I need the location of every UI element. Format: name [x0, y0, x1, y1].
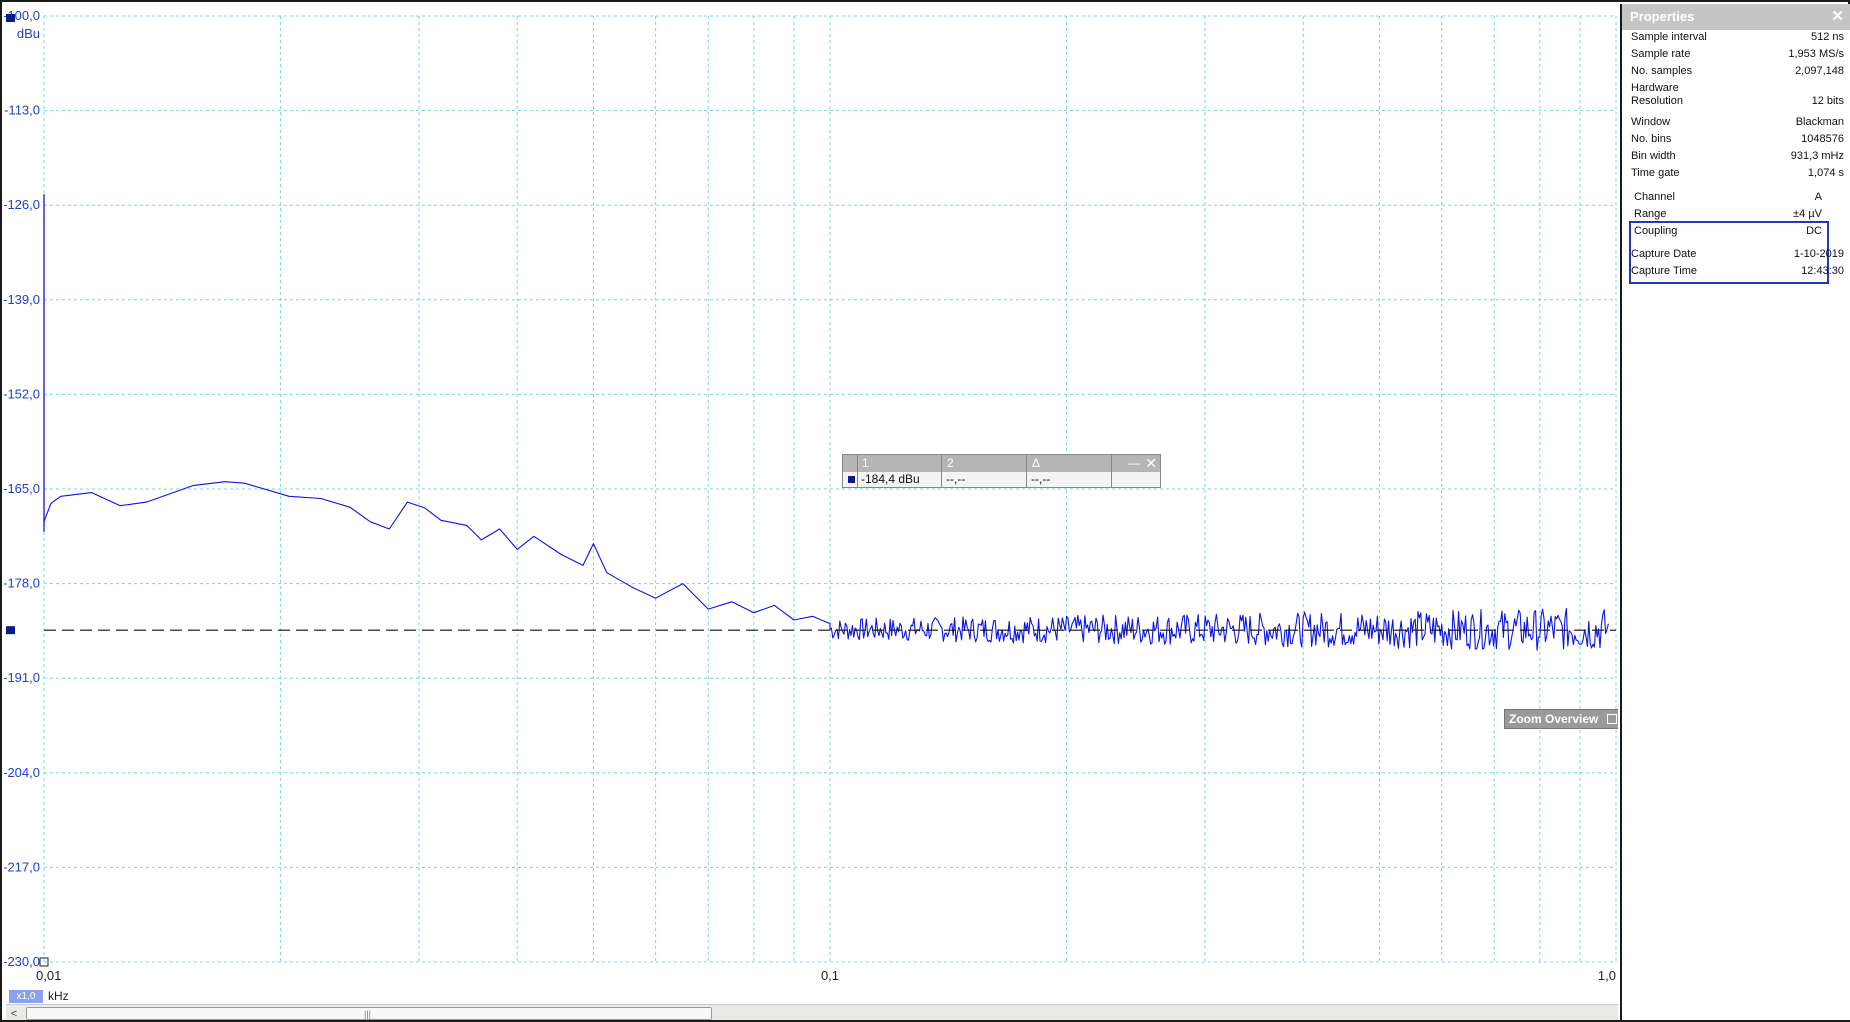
property-label: Time gate — [1631, 167, 1680, 179]
measurement-value-1: -184,4 dBu — [861, 472, 920, 486]
restore-window-icon[interactable] — [1607, 714, 1617, 724]
spectrum-trace — [43, 481, 1609, 651]
property-value: 512 ns — [1810, 31, 1844, 43]
column-divider — [941, 455, 942, 487]
property-value: 1-10-2019 — [1793, 248, 1844, 260]
measurements-window[interactable]: 1 2 Δ — ✕ -184,4 dBu --,-- --,-- — [842, 454, 1161, 488]
y-axis-unit-label: dBu — [17, 26, 40, 41]
property-label: Sample interval — [1631, 31, 1707, 43]
properties-panel: Properties ✕ Sample interval 512 ns Sample… — [1620, 4, 1850, 1020]
axis-handle-icon[interactable] — [6, 14, 15, 22]
y-tick-label: -152,0 — [4, 386, 40, 401]
spectrum-plot-area[interactable]: -100,0 -113,0 -126,0 -139,0 -152,0 -165,0 -178… — [4, 4, 1618, 1020]
trace — [43, 194, 1609, 651]
scrollbar-grip-icon: ||| — [364, 1009, 372, 1019]
y-tick-label: -230,0 — [4, 954, 40, 969]
measurement-delta-header: Δ — [1032, 456, 1041, 470]
x-tick-label: 0,1 — [821, 968, 839, 983]
x-tick-label: 0,01 — [36, 968, 61, 983]
property-value: 12:43:30 — [1801, 265, 1844, 277]
y-tick-label: -165,0 — [4, 481, 40, 496]
property-label: No. samples — [1631, 65, 1693, 77]
app-window: -100,0 -113,0 -126,0 -139,0 -152,0 -165,0 -178… — [0, 0, 1850, 1022]
spectrum-chart[interactable]: -100,0-113,0-126,0-139,0-152,0-165,0-178… — [4, 4, 1618, 1004]
property-label: Capture Date — [1631, 248, 1697, 260]
property-value: DC — [1806, 225, 1822, 237]
property-label: Sample rate — [1631, 48, 1691, 60]
grid — [43, 15, 1617, 963]
axis: -100,0-113,0-126,0-139,0-152,0-165,0-178… — [4, 8, 1616, 983]
property-value: 931,3 mHz — [1790, 150, 1844, 162]
channel-a-swatch-icon — [848, 476, 855, 483]
property-value: A — [1814, 191, 1822, 203]
zoom-level-badge: x1,0 — [9, 990, 43, 1003]
close-icon[interactable]: ✕ — [1831, 4, 1844, 30]
property-label: Resolution — [1631, 95, 1683, 107]
measurement-value-delta: --,-- — [1031, 472, 1051, 486]
property-value: 1,074 s — [1807, 167, 1844, 179]
zoom-overview-label: Zoom Overview — [1509, 712, 1599, 726]
property-value: ±4 µV — [1793, 208, 1822, 220]
y-tick-label: -204,0 — [4, 765, 40, 780]
zoom-overview-button[interactable]: Zoom Overview — [1504, 709, 1618, 729]
property-value: 12 bits — [1811, 95, 1844, 107]
property-value: 1048576 — [1801, 133, 1844, 145]
column-divider — [1026, 455, 1027, 487]
properties-title: Properties — [1630, 9, 1695, 24]
measurement-col-2-header: 2 — [947, 456, 954, 470]
scrollbar-thumb[interactable]: ||| — [26, 1007, 712, 1020]
property-label: Coupling — [1634, 225, 1678, 237]
property-value: Blackman — [1795, 116, 1844, 128]
x-tick-label: 1,0 — [1598, 968, 1616, 983]
measurement-col-1-header: 1 — [862, 456, 869, 470]
y-tick-label: -139,0 — [4, 292, 40, 307]
property-label: Capture Time — [1631, 265, 1698, 277]
y-tick-label: -191,0 — [4, 670, 40, 685]
property-label: Window — [1631, 116, 1671, 128]
y-tick-label: -217,0 — [4, 859, 40, 874]
property-value: 2,097,148 — [1795, 65, 1844, 77]
y-tick-label: -126,0 — [4, 197, 40, 212]
property-label: Channel — [1634, 191, 1675, 203]
property-label: Range — [1634, 208, 1667, 220]
measurement-value-2: --,-- — [946, 472, 966, 486]
column-divider — [1111, 455, 1112, 487]
marker-handle-icon[interactable] — [6, 626, 15, 635]
property-label: No. bins — [1631, 133, 1672, 145]
x-axis-unit-label: kHz — [48, 989, 69, 1003]
properties-title-bar: Properties ✕ — [1622, 4, 1850, 30]
marker[interactable] — [6, 14, 1616, 635]
measurements-header[interactable]: 1 2 Δ — ✕ — [843, 455, 1160, 472]
minimize-icon[interactable]: — — [1128, 455, 1140, 471]
column-divider — [857, 455, 858, 487]
close-icon[interactable]: ✕ — [1145, 455, 1157, 471]
horizontal-scrollbar[interactable]: < ||| — [6, 1004, 1618, 1020]
y-tick-label: -178,0 — [4, 576, 40, 591]
scroll-left-arrow-icon[interactable]: < — [8, 1007, 20, 1020]
property-label: Bin width — [1631, 150, 1676, 162]
property-value: 1,953 MS/s — [1788, 48, 1844, 60]
y-tick-label: -113,0 — [4, 103, 40, 118]
